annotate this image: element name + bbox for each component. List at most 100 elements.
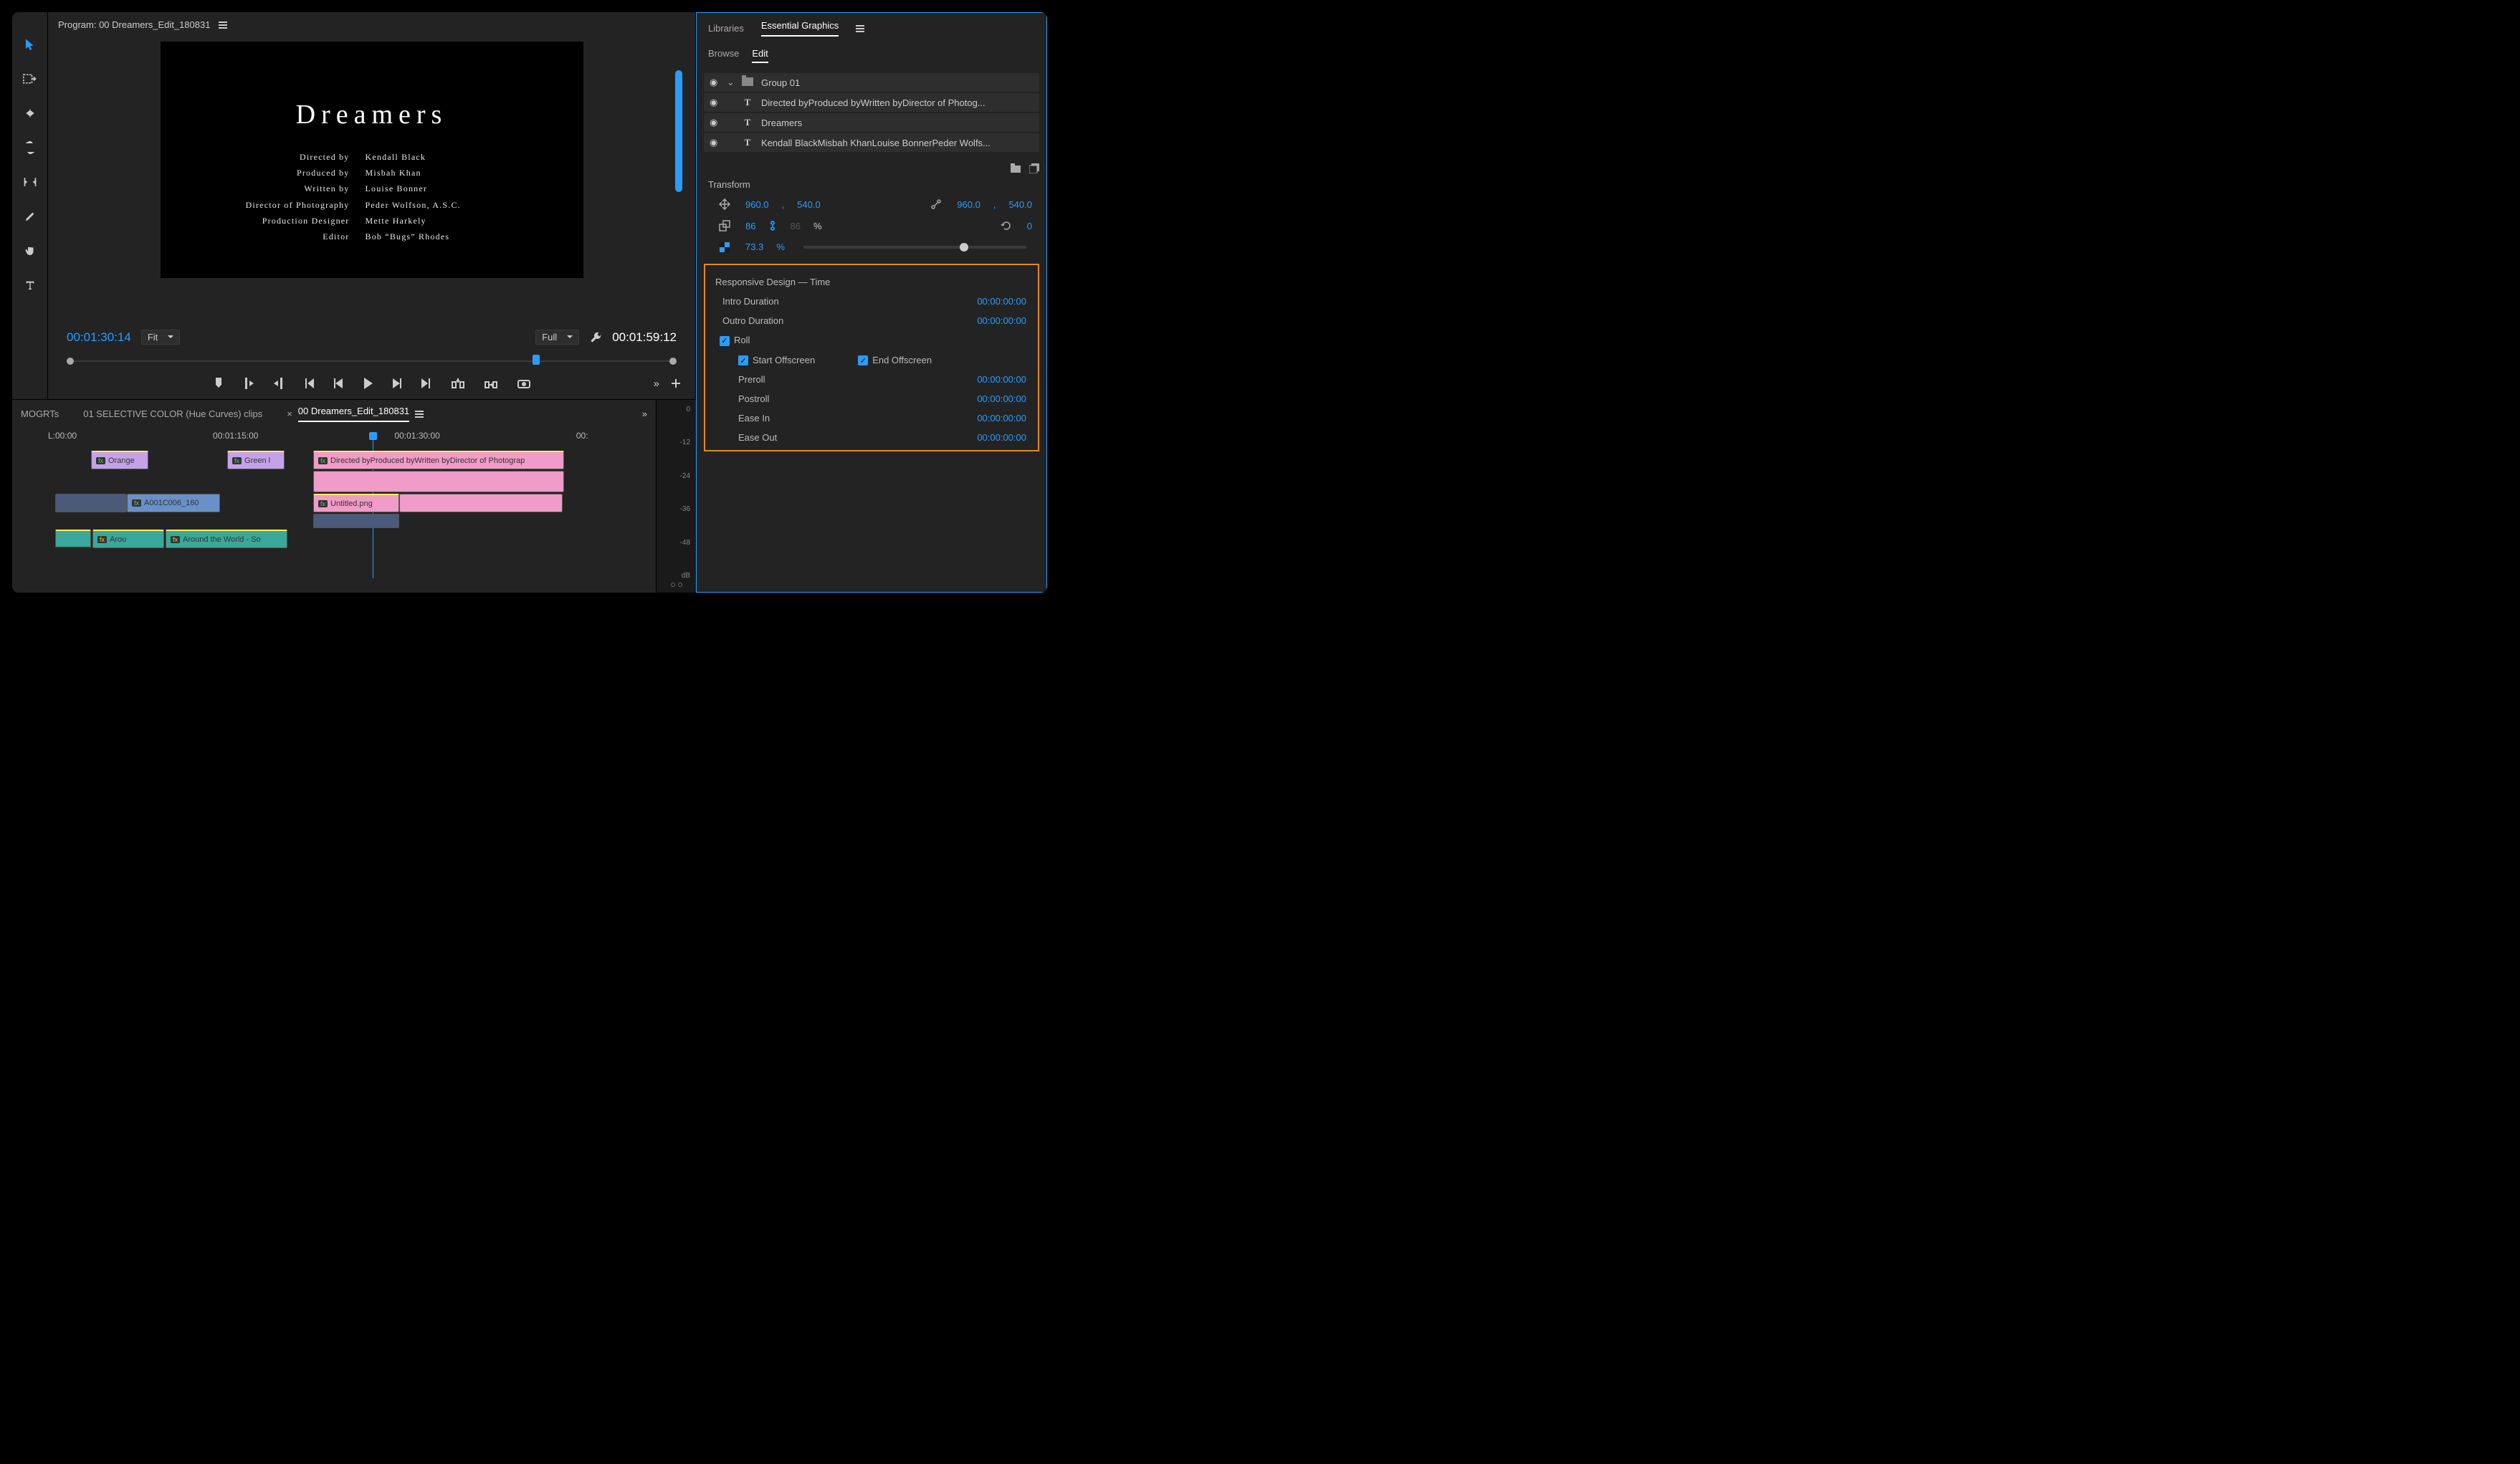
anc-x[interactable]: 960.0 (957, 199, 980, 210)
timeline-ruler[interactable]: L:00:00 00:01:15:00 00:01:30:00 00: (12, 428, 656, 451)
step-forward-button[interactable] (393, 378, 401, 388)
button-editor-add[interactable] (671, 378, 681, 388)
pos-x[interactable]: 960.0 (745, 199, 769, 210)
audio-meter: 0 -12 -24 -36 -48 dB (656, 400, 696, 593)
program-title: Program: 00 Dreamers_Edit_180831 (58, 19, 210, 30)
subtab-edit[interactable]: Edit (752, 48, 768, 63)
solo-dot-r[interactable] (678, 583, 682, 587)
timecode-in[interactable]: 00:01:30:14 (67, 330, 131, 345)
in-point-button[interactable] (244, 378, 254, 389)
tool-selection[interactable] (19, 34, 41, 55)
settings-wrench-icon[interactable] (589, 331, 602, 344)
subtab-browse[interactable]: Browse (708, 48, 739, 63)
tab-libraries[interactable]: Libraries (708, 23, 744, 34)
clip-thumb-row[interactable] (55, 494, 127, 512)
program-time-slider[interactable] (62, 355, 681, 368)
clip-green[interactable]: fxGreen l (227, 451, 285, 469)
clip-thumb-small[interactable] (313, 514, 399, 528)
timeline-tab-active[interactable]: 00 Dreamers_Edit_180831 (298, 406, 409, 422)
add-marker-button[interactable] (214, 378, 224, 389)
opacity-icon (717, 242, 732, 252)
lift-button[interactable] (452, 378, 464, 388)
text-icon: T (741, 117, 754, 128)
layer-text-2[interactable]: ◉ T Dreamers (704, 113, 1039, 132)
clip-untitled[interactable]: fxUntitled.png (313, 494, 399, 512)
preroll-value[interactable]: 00:00:00:00 (977, 374, 1026, 385)
extract-button[interactable] (485, 378, 497, 388)
folder-icon (741, 77, 754, 88)
scale-icon (717, 220, 732, 231)
eye-icon[interactable]: ◉ (710, 97, 720, 108)
preview-title: Dreamers (161, 99, 583, 130)
tool-hand[interactable] (19, 240, 41, 262)
outro-duration[interactable]: 00:00:00:00 (977, 315, 1026, 326)
clip-teal-head[interactable] (55, 530, 91, 548)
clip-a001[interactable]: fxA001C006_160 (127, 494, 220, 512)
resolution-dropdown[interactable]: Full (535, 330, 579, 345)
right-menu-icon[interactable] (856, 25, 864, 32)
tool-type[interactable] (19, 274, 41, 296)
eye-icon[interactable]: ◉ (710, 77, 720, 88)
anchor-icon (928, 198, 944, 210)
link-scale-icon[interactable] (768, 220, 777, 231)
caret-icon[interactable]: ⌄ (727, 77, 734, 88)
tab-essential-graphics[interactable]: Essential Graphics (761, 20, 839, 37)
timeline-tracks[interactable]: fxOrange fxGreen l fxDirected byProduced… (12, 451, 656, 550)
anc-y[interactable]: 540.0 (1008, 199, 1032, 210)
export-frame-button[interactable] (517, 378, 530, 388)
eye-icon[interactable]: ◉ (710, 117, 720, 128)
program-toolbar (12, 12, 48, 399)
end-offscreen-checkbox[interactable]: ✓ (858, 355, 868, 365)
clip-orange[interactable]: fxOrange (91, 451, 148, 469)
clip-around2[interactable]: fxAround the World - So (166, 530, 287, 548)
preview-credits: Directed byKendall Black Produced byMisb… (161, 149, 583, 244)
rotation[interactable]: 0 (1027, 221, 1032, 231)
responsive-title: Responsive Design — Time (714, 272, 1029, 292)
go-to-out-button[interactable] (421, 378, 431, 388)
new-group-icon[interactable] (1011, 163, 1022, 173)
program-preview: Dreamers Directed byKendall Black Produc… (48, 34, 695, 324)
scale-x[interactable]: 86 (745, 221, 755, 231)
clip-around1[interactable]: fxArou (92, 530, 164, 548)
rotation-icon (998, 220, 1014, 231)
preview-scrollbar[interactable] (675, 70, 682, 192)
step-back-button[interactable] (334, 378, 343, 388)
timeline-tab-mogrts[interactable]: MOGRTs (21, 408, 59, 419)
timeline-tab-selective[interactable]: 01 SELECTIVE COLOR (Hue Curves) clips (83, 408, 262, 419)
out-point-button[interactable] (274, 378, 284, 389)
opacity-value[interactable]: 73.3 (745, 241, 763, 252)
solo-dot-l[interactable] (671, 583, 675, 587)
tool-ripple[interactable] (19, 102, 41, 124)
tool-track-select[interactable] (19, 68, 41, 90)
eye-icon[interactable]: ◉ (710, 137, 720, 148)
roll-checkbox[interactable]: ✓ (720, 336, 730, 346)
tool-slip[interactable] (19, 171, 41, 193)
layer-text-3[interactable]: ◉ T Kendall BlackMisbah KhanLouise Bonne… (704, 133, 1039, 152)
clip-pink-body[interactable] (313, 471, 564, 492)
clip-pink-tail[interactable] (399, 494, 563, 512)
close-tab-icon[interactable]: × (287, 408, 292, 419)
tool-rate-stretch[interactable] (19, 137, 41, 158)
new-layer-icon[interactable] (1029, 163, 1039, 173)
opacity-slider[interactable] (803, 246, 1026, 249)
layers-list: ◉ ⌄ Group 01 ◉ T Directed byProduced byW… (697, 67, 1046, 159)
intro-duration[interactable]: 00:00:00:00 (977, 296, 1026, 307)
button-editor-expand[interactable]: » (654, 378, 659, 390)
easein-value[interactable]: 00:00:00:00 (977, 413, 1026, 424)
pos-y[interactable]: 540.0 (797, 199, 821, 210)
timeline-menu-icon[interactable] (415, 411, 424, 418)
program-menu-icon[interactable] (219, 21, 227, 29)
tool-pen[interactable] (19, 206, 41, 227)
timeline-overflow[interactable]: » (642, 408, 647, 419)
layer-group[interactable]: ◉ ⌄ Group 01 (704, 73, 1039, 92)
clip-directed[interactable]: fxDirected byProduced byWritten byDirect… (313, 451, 564, 469)
play-button[interactable] (363, 378, 373, 389)
start-offscreen-checkbox[interactable]: ✓ (738, 355, 748, 365)
postroll-value[interactable]: 00:00:00:00 (977, 393, 1026, 404)
zoom-fit-dropdown[interactable]: Fit (141, 330, 180, 345)
text-icon: T (741, 97, 754, 108)
go-to-in-button[interactable] (304, 378, 314, 388)
scale-y: 86 (790, 221, 800, 231)
layer-text-1[interactable]: ◉ T Directed byProduced byWritten byDire… (704, 93, 1039, 112)
easeout-value[interactable]: 00:00:00:00 (977, 432, 1026, 443)
